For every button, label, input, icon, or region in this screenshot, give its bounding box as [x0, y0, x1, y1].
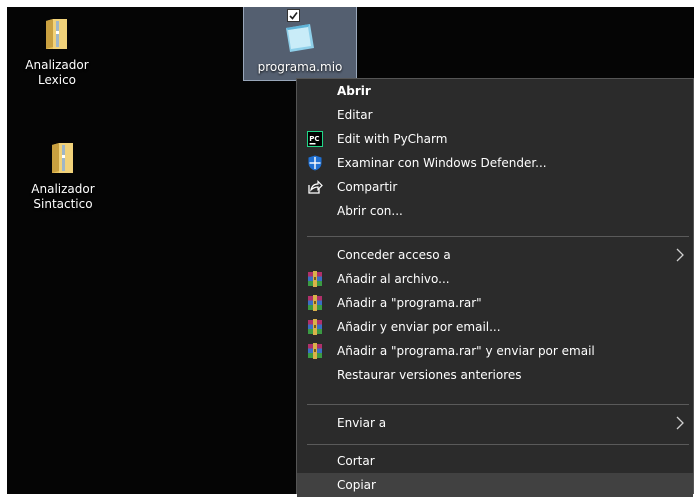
zip-folder-icon [52, 143, 73, 173]
desktop-icon-programa[interactable]: programa.mio [243, 7, 357, 81]
menu-item-anadir-al-archivo[interactable]: Añadir al archivo... [297, 267, 693, 291]
menu-item-label: Copiar [337, 478, 376, 492]
winrar-icon [308, 319, 322, 335]
menu-item-anadir-a-programa-rar[interactable]: Añadir a "programa.rar" [297, 291, 693, 315]
menu-item-label: Compartir [337, 180, 398, 194]
chevron-right-icon [676, 416, 684, 430]
menu-item-label: Abrir [337, 84, 371, 98]
share-icon [308, 180, 323, 194]
menu-item-label: Cortar [337, 454, 375, 468]
menu-separator [307, 444, 689, 445]
svg-text:PC: PC [309, 135, 319, 143]
menu-item-restaurar-versiones[interactable]: Restaurar versiones anteriores [297, 363, 693, 387]
zip-folder-icon [46, 19, 67, 49]
file-icon [286, 24, 314, 52]
winrar-icon [308, 343, 322, 359]
checkmark-icon [289, 12, 298, 20]
menu-separator [307, 404, 689, 405]
context-menu: Abrir Editar PC Edit with PyCharm Examin… [296, 78, 694, 497]
menu-item-label: Conceder acceso a [337, 248, 451, 262]
menu-item-compartir[interactable]: Compartir [297, 175, 693, 199]
menu-item-label: Editar [337, 108, 373, 122]
menu-item-label: Enviar a [337, 416, 387, 430]
menu-separator [307, 236, 689, 237]
menu-item-edit-with-pycharm[interactable]: PC Edit with PyCharm [297, 127, 693, 151]
menu-item-examinar-windows-defender[interactable]: Examinar con Windows Defender... [297, 151, 693, 175]
windows-defender-icon [308, 155, 322, 171]
desktop-icon-label: Analizador Lexico [25, 58, 89, 87]
menu-item-editar[interactable]: Editar [297, 103, 693, 127]
menu-item-conceder-acceso[interactable]: Conceder acceso a [297, 243, 693, 267]
menu-item-anadir-y-enviar-email[interactable]: Añadir y enviar por email... [297, 315, 693, 339]
menu-item-label: Añadir a "programa.rar" [337, 296, 482, 310]
chevron-right-icon [676, 248, 684, 262]
winrar-icon [308, 271, 322, 287]
menu-item-label: Añadir a "programa.rar" y enviar por ema… [337, 344, 595, 358]
menu-item-abrir-con[interactable]: Abrir con... [297, 199, 693, 223]
menu-item-label: Examinar con Windows Defender... [337, 156, 547, 170]
pycharm-icon: PC [307, 131, 323, 147]
desktop-icon-analizador-lexico[interactable]: Analizador Lexico [9, 15, 105, 88]
selection-checkbox[interactable] [287, 9, 300, 22]
desktop-icon-label: programa.mio [257, 60, 343, 74]
menu-item-label: Añadir al archivo... [337, 272, 450, 286]
menu-item-cortar[interactable]: Cortar [297, 449, 693, 473]
winrar-icon [308, 295, 322, 311]
desktop-icon-analizador-sintactico[interactable]: Analizador Sintactico [15, 139, 111, 212]
menu-item-abrir[interactable]: Abrir [297, 79, 693, 103]
menu-item-anadir-rar-y-enviar-email[interactable]: Añadir a "programa.rar" y enviar por ema… [297, 339, 693, 363]
menu-item-label: Edit with PyCharm [337, 132, 448, 146]
desktop-icon-label: Analizador Sintactico [31, 182, 95, 211]
menu-item-copiar[interactable]: Copiar [297, 473, 693, 497]
menu-item-enviar-a[interactable]: Enviar a [297, 411, 693, 435]
menu-item-label: Restaurar versiones anteriores [337, 368, 522, 382]
menu-item-label: Añadir y enviar por email... [337, 320, 501, 334]
menu-item-label: Abrir con... [337, 204, 403, 218]
